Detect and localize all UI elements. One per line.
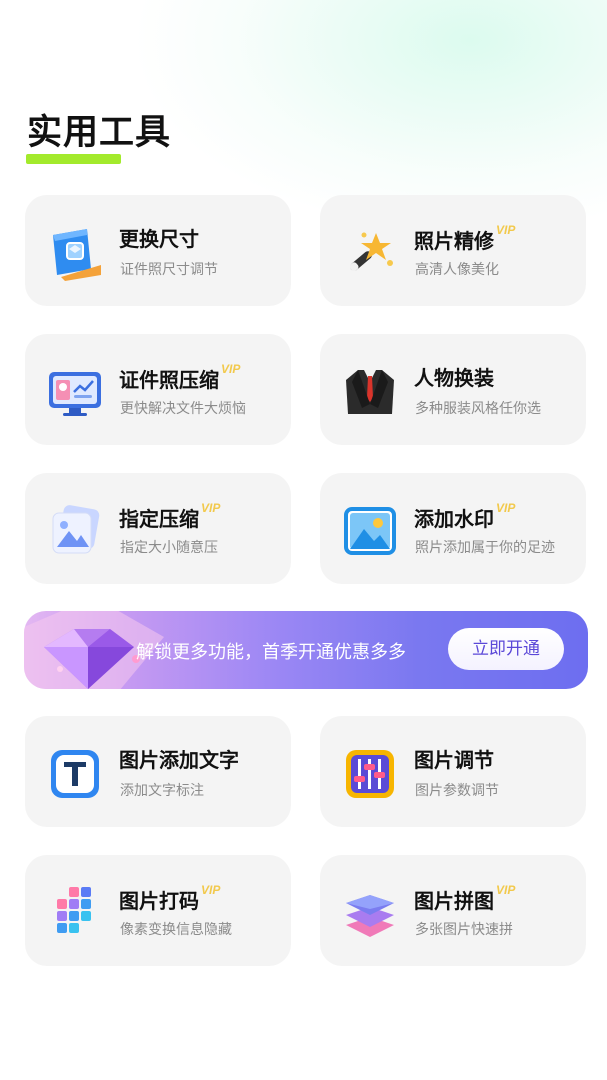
tool-name: 证件照压缩 VIP <box>119 362 241 392</box>
tool-card-add-text[interactable]: 图片添加文字 添加文字标注 <box>25 716 291 827</box>
tool-name: 图片打码 VIP <box>119 883 221 913</box>
tool-card-resize[interactable]: 更换尺寸 证件照尺寸调节 <box>25 195 291 306</box>
tool-card-collage[interactable]: 图片拼图 VIP 多张图片快速拼 <box>320 855 586 966</box>
vip-badge: VIP <box>496 501 516 515</box>
magic-wand-icon <box>349 232 393 272</box>
tool-desc: 多种服装风格任你选 <box>415 401 541 417</box>
tool-desc: 指定大小随意压 <box>120 540 218 556</box>
suit-icon <box>346 370 394 414</box>
pixel-blocks-icon <box>57 887 91 933</box>
photo-stack-icon <box>52 505 100 554</box>
vip-badge: VIP <box>496 223 516 237</box>
tool-name: 添加水印 VIP <box>414 501 516 531</box>
tool-name: 图片添加文字 <box>119 748 239 772</box>
tool-desc: 多张图片快速拼 <box>415 922 513 938</box>
tool-card-mosaic[interactable]: 图片打码 VIP 像素变换信息隐藏 <box>25 855 291 966</box>
picture-icon <box>344 507 396 555</box>
tool-card-id-compress[interactable]: 证件照压缩 VIP 更快解决文件大烦恼 <box>25 334 291 445</box>
banner-text: 解锁更多功能，首季开通优惠多多 <box>136 642 406 663</box>
title-underline <box>26 154 121 164</box>
tool-desc: 高清人像美化 <box>415 262 499 278</box>
tool-desc: 添加文字标注 <box>120 783 204 799</box>
activate-button[interactable]: 立即开通 <box>448 628 564 670</box>
vip-badge: VIP <box>201 883 221 897</box>
tool-name: 更换尺寸 <box>119 227 199 251</box>
layers-icon <box>346 895 394 937</box>
tool-card-outfit[interactable]: 人物换装 多种服装风格任你选 <box>320 334 586 445</box>
tool-name: 图片拼图 VIP <box>414 883 516 913</box>
text-t-icon <box>51 750 99 798</box>
resize-ruler-icon <box>53 229 101 281</box>
tool-name: 图片调节 <box>414 748 494 772</box>
tool-card-custom-compress[interactable]: 指定压缩 VIP 指定大小随意压 <box>25 473 291 584</box>
vip-badge: VIP <box>201 501 221 515</box>
tool-desc: 照片添加属于你的足迹 <box>415 540 555 556</box>
tool-card-retouch[interactable]: 照片精修 VIP 高清人像美化 <box>320 195 586 306</box>
tool-desc: 图片参数调节 <box>415 783 499 799</box>
tool-card-watermark[interactable]: 添加水印 VIP 照片添加属于你的足迹 <box>320 473 586 584</box>
monitor-profile-icon <box>49 372 101 416</box>
vip-promo-banner[interactable]: 解锁更多功能，首季开通优惠多多 立即开通 <box>24 611 588 689</box>
section-title: 实用工具 <box>27 113 172 153</box>
sliders-icon <box>346 750 394 798</box>
vip-badge: VIP <box>496 883 516 897</box>
tool-name: 指定压缩 VIP <box>119 501 221 531</box>
vip-badge: VIP <box>221 362 241 376</box>
tool-desc: 证件照尺寸调节 <box>120 262 218 278</box>
tool-desc: 更快解决文件大烦恼 <box>120 401 246 417</box>
tool-name: 照片精修 VIP <box>414 223 516 253</box>
tool-card-adjust[interactable]: 图片调节 图片参数调节 <box>320 716 586 827</box>
tool-name: 人物换装 <box>414 366 494 390</box>
tool-desc: 像素变换信息隐藏 <box>120 922 232 938</box>
